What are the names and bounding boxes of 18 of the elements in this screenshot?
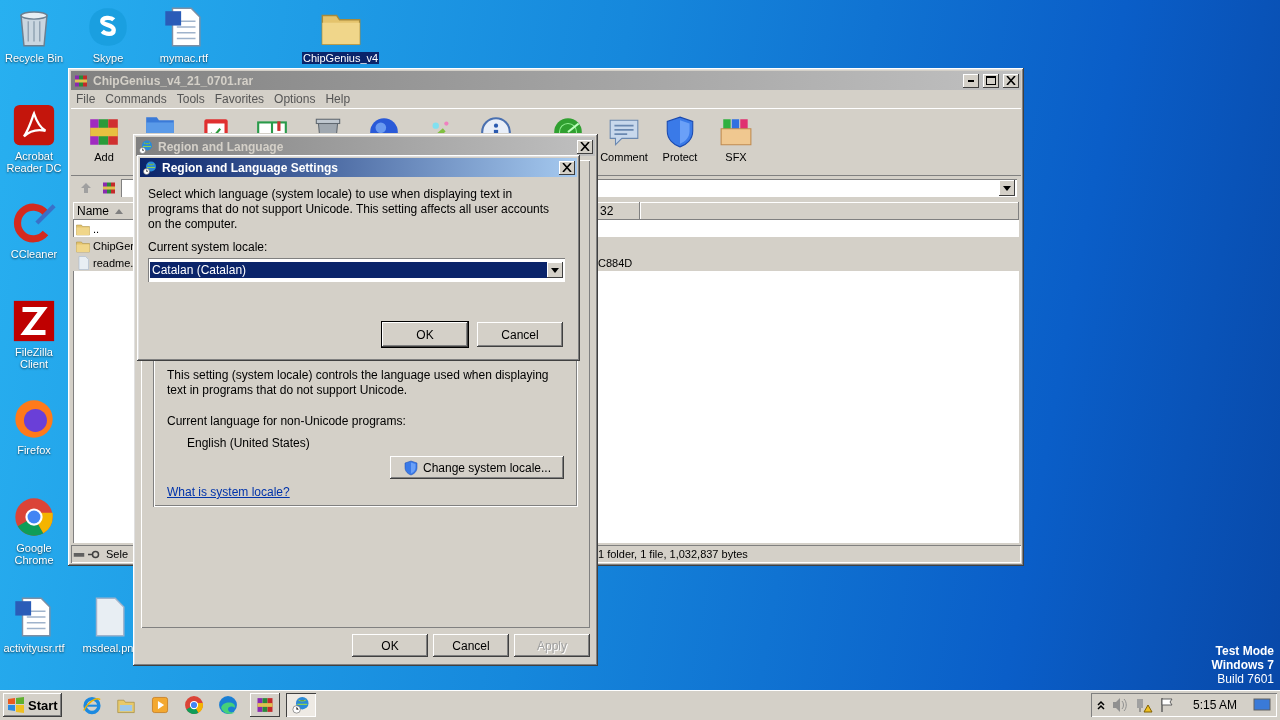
field-label: Current language for non-Unicode programs: [167, 414, 407, 428]
system-notice-text: Windows 7 [1211, 658, 1274, 672]
file-name: readme. [93, 256, 134, 269]
system-notice-text: Build 7601 [1217, 672, 1274, 686]
status-text: Sele [106, 548, 129, 560]
file-name: ChipGer [93, 239, 134, 252]
window-title: ChipGenius_v4_21_0701.rar [93, 73, 255, 88]
description-text: This setting (system locale) controls the language used when displaying text in programs that do not support Unicode. [167, 368, 550, 398]
file-name: .. [93, 222, 100, 235]
clock-text: 5:15 AM [1192, 698, 1237, 712]
field-label: Current system locale: [148, 240, 269, 254]
window-title: Region and Language Settings [162, 160, 339, 175]
description-text: Select which language (system locale) to use when displaying text in programs that do not support Unicode. This setting affects all user accounts on the computer. [148, 187, 551, 232]
window-title: Region and Language [158, 139, 285, 154]
status-text: 1 folder, 1 file, 1,032,837 bytes [598, 548, 748, 560]
current-language-text: English (United States) [186, 436, 311, 450]
system-notice-text: Test Mode [1215, 644, 1274, 658]
table-cell: C884D [598, 256, 633, 269]
